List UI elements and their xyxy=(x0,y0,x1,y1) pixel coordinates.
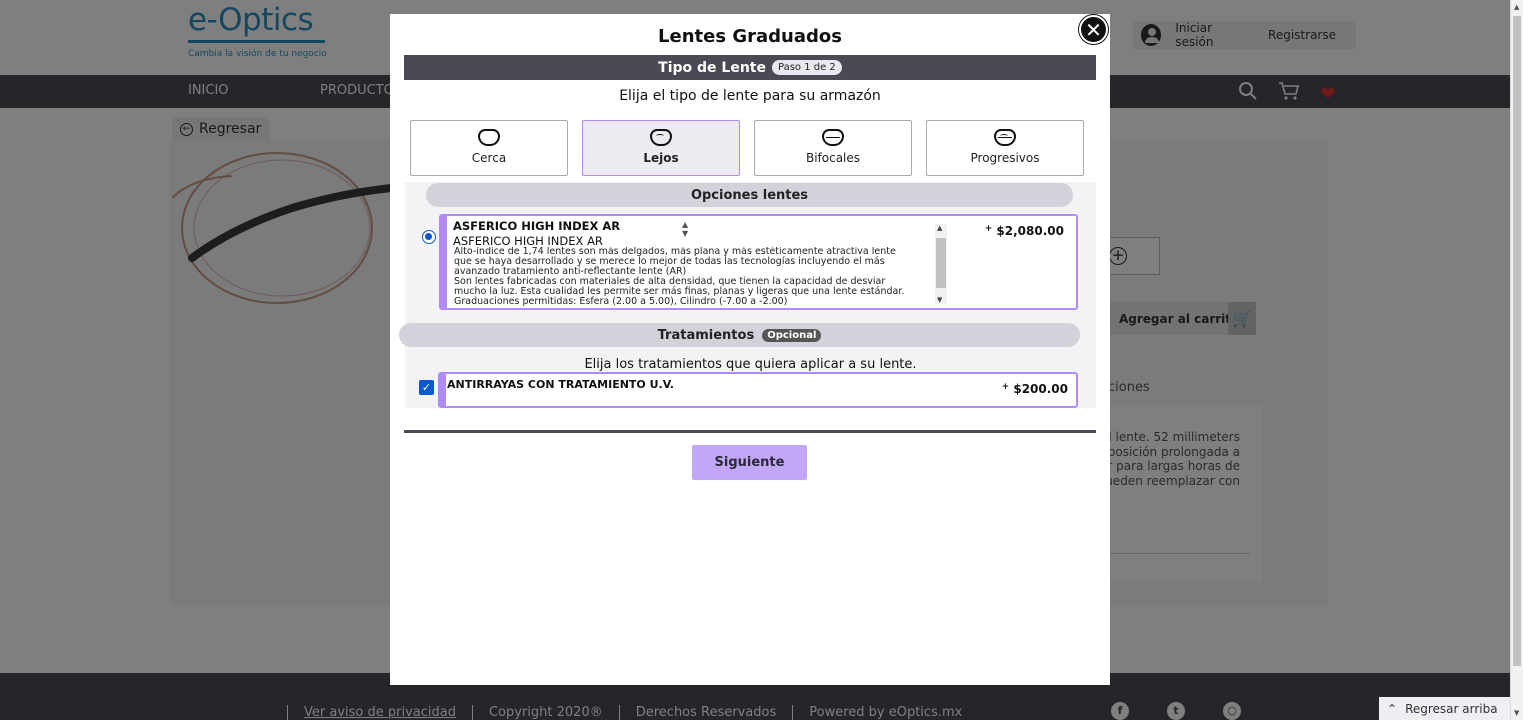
treatment-name: ANTIRRAYAS CON TRATAMIENTO U.V. xyxy=(447,378,674,391)
lens-prompt: Elija el tipo de lente para su armazón xyxy=(619,88,881,104)
lens-type-progresivos[interactable]: Progresivos xyxy=(926,120,1084,176)
option-subtitle: ASFERICO HIGH INDEX AR xyxy=(453,234,603,248)
option-radio[interactable] xyxy=(422,230,436,244)
lens-bifocal-icon xyxy=(822,129,844,146)
page-scrollbar[interactable]: ▲ ▼ xyxy=(1510,0,1523,720)
options-header: Opciones lentes xyxy=(426,183,1073,207)
lens-type-label: Cerca xyxy=(471,151,507,165)
optional-badge: Opcional xyxy=(762,328,822,342)
lens-type-label: Lejos xyxy=(643,151,679,165)
lens-type-options: Cerca Lejos Bifocales Progresivos xyxy=(410,120,1084,176)
treatments-header-label: Tratamientos xyxy=(657,327,755,343)
treatment-price: + $200.00 xyxy=(1002,382,1068,396)
lens-modal: Lentes Graduados ✕ Tipo de Lente Paso 1 … xyxy=(390,14,1110,685)
price-value: $200.00 xyxy=(1013,382,1068,396)
lens-type-label: Bifocales xyxy=(805,151,861,165)
scroll-down-arrow-icon[interactable]: ▼ xyxy=(937,296,942,304)
treatments-prompt: Elija los tratamientos que quiera aplica… xyxy=(584,357,917,372)
options-panel: Opciones lentes ASFERICO HIGH INDEX AR ▲… xyxy=(399,182,1096,408)
back-to-top-button[interactable]: ⌃ Regresar arriba xyxy=(1379,697,1510,720)
lens-type-lejos[interactable]: Lejos xyxy=(582,120,740,176)
treatments-header: Tratamientos Opcional xyxy=(399,323,1080,347)
step-badge: Paso 1 de 2 xyxy=(772,60,842,75)
treatment-card[interactable]: ANTIRRAYAS CON TRATAMIENTO U.V. + $200.0… xyxy=(438,372,1078,408)
options-header-label: Opciones lentes xyxy=(690,187,809,203)
description-scrollbar[interactable]: ▲ ▼ xyxy=(935,224,947,304)
price-sign: + xyxy=(984,224,993,234)
price-sign: + xyxy=(1001,382,1010,392)
sort-arrows-icon: ▲ ▼ xyxy=(682,220,689,238)
lens-far-icon xyxy=(650,129,672,146)
lens-type-bifocales[interactable]: Bifocales xyxy=(754,120,912,176)
option-description: Alto-índice de 1,74 lentes son más delga… xyxy=(454,247,905,307)
treatment-checkbox[interactable]: ✓ xyxy=(419,380,434,395)
step-title: Tipo de Lente xyxy=(658,59,766,76)
double-chevron-up-icon: ⌃ xyxy=(1387,701,1398,716)
price-value: $2,080.00 xyxy=(996,224,1064,238)
scroll-up-arrow-icon[interactable]: ▲ xyxy=(1514,3,1519,11)
scroll-up-arrow-icon[interactable]: ▲ xyxy=(937,224,942,232)
lens-near-icon xyxy=(478,129,500,146)
scroll-thumb[interactable] xyxy=(1513,16,1521,666)
close-icon[interactable]: ✕ xyxy=(1079,15,1108,44)
lens-type-label: Progresivos xyxy=(970,151,1040,165)
option-title: ASFERICO HIGH INDEX AR xyxy=(453,219,621,233)
scroll-down-arrow-icon[interactable]: ▼ xyxy=(1514,709,1519,717)
modal-divider xyxy=(404,430,1096,433)
back-to-top-label: Regresar arriba xyxy=(1405,701,1498,716)
lens-type-cerca[interactable]: Cerca xyxy=(410,120,568,176)
next-button[interactable]: Siguiente xyxy=(692,445,807,480)
lens-progressive-icon xyxy=(994,129,1016,146)
option-price: + $2,080.00 xyxy=(985,224,1064,238)
modal-title: Lentes Graduados xyxy=(658,26,842,47)
scroll-thumb[interactable] xyxy=(936,238,946,288)
lens-option-card[interactable]: ASFERICO HIGH INDEX AR ▲ ▼ ASFERICO HIGH … xyxy=(439,214,1078,310)
step-header: Tipo de Lente Paso 1 de 2 xyxy=(404,55,1096,80)
